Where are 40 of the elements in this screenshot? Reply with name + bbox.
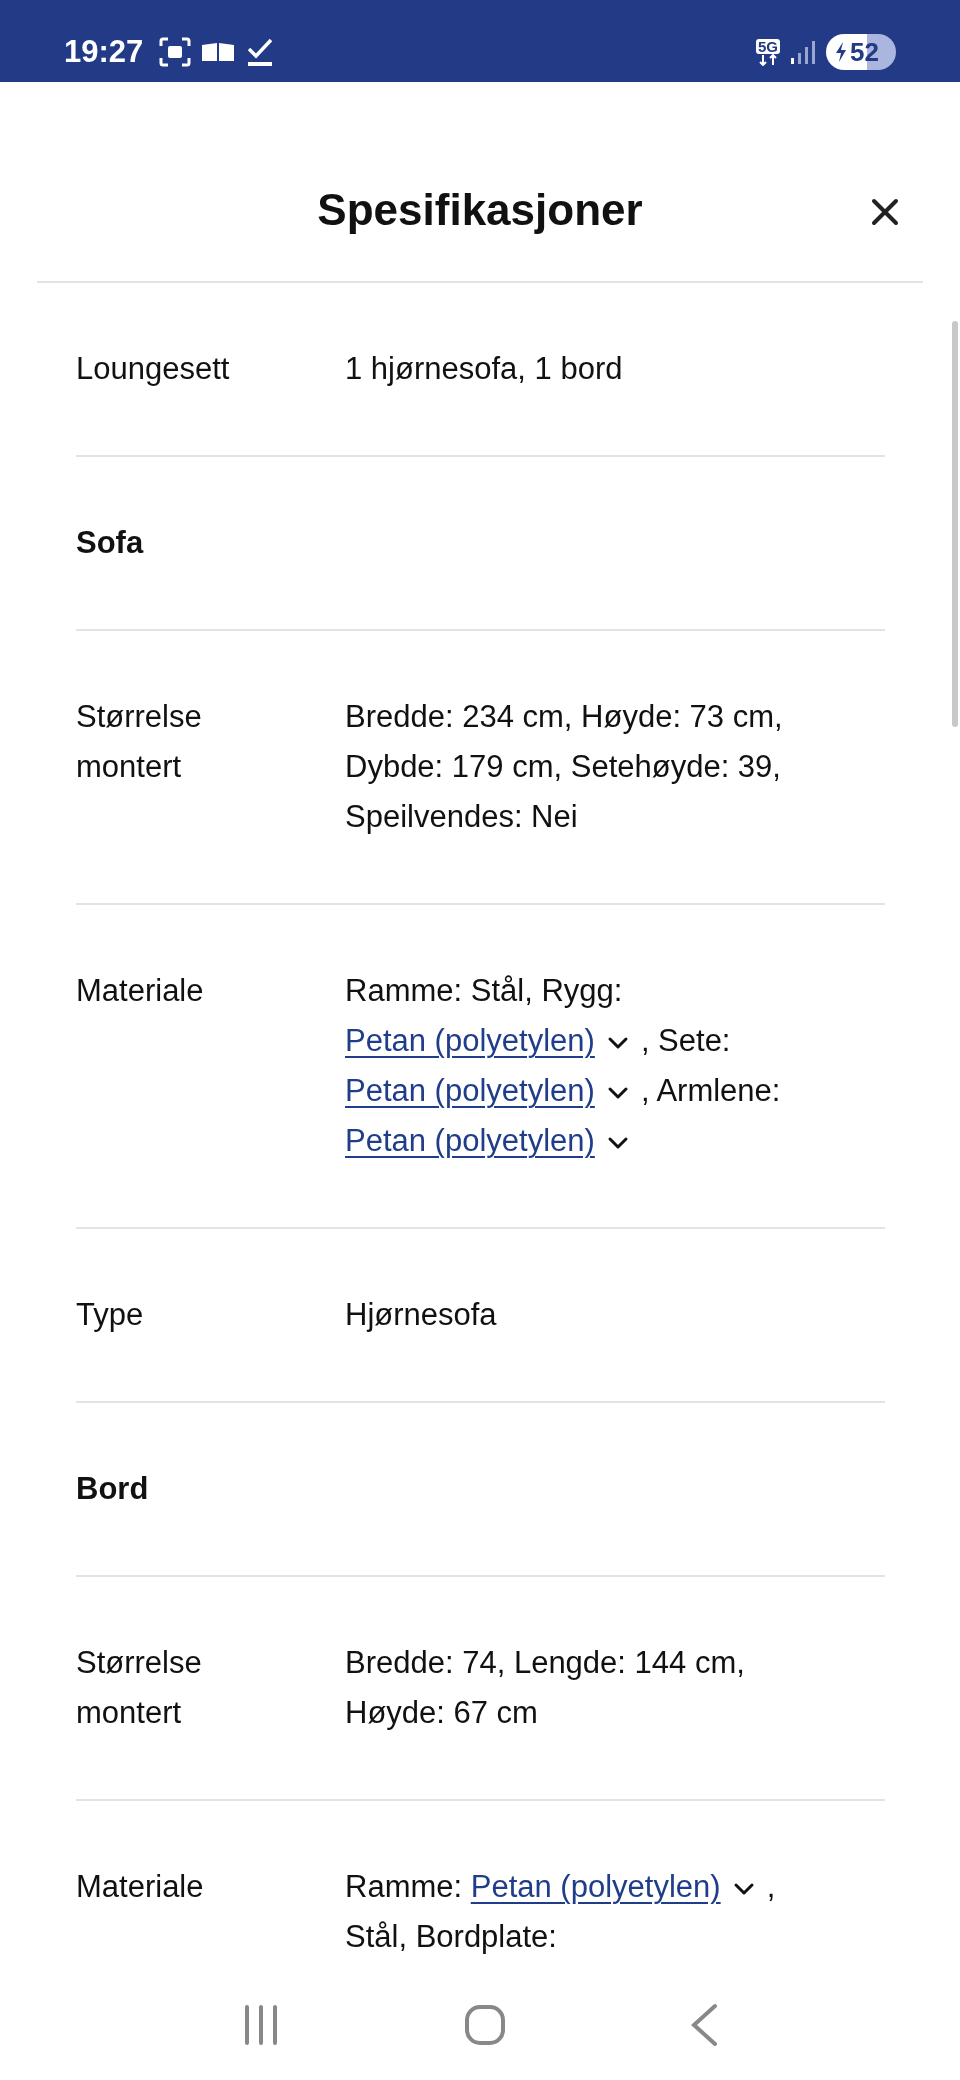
spec-label: Loungesett (76, 350, 230, 388)
spec-value: Bredde: 74, Lengde: 144 cm, (345, 1645, 745, 1680)
signal-icon (790, 39, 816, 65)
material-link[interactable]: Petan (polyetylen) (345, 1123, 595, 1158)
spec-value: Høyde: 67 cm (345, 1695, 538, 1730)
spec-value: Ramme: (345, 1869, 464, 1904)
spec-label: Materiale (76, 972, 204, 1010)
spec-value: , Sete: (640, 1023, 731, 1058)
spec-value: 1 hjørnesofa, 1 bord (345, 351, 623, 386)
spec-value: Hjørnesofa (345, 1297, 497, 1332)
chevron-down-icon[interactable] (606, 1135, 629, 1150)
network-indicator: 5G (756, 38, 780, 66)
chevron-down-icon[interactable] (606, 1085, 629, 1100)
home-icon[interactable] (464, 2004, 506, 2046)
material-link[interactable]: Petan (polyetylen) (345, 1023, 595, 1058)
material-link[interactable]: Petan (polyetylen) (470, 1869, 721, 1904)
screenshot-icon (159, 37, 192, 67)
book-icon (201, 42, 236, 62)
spec-value: , Armlene: (640, 1073, 781, 1108)
section-heading: Sofa (76, 524, 145, 562)
spec-label: montert (76, 748, 182, 786)
spec-label: montert (76, 1694, 182, 1732)
chevron-down-icon[interactable] (732, 1881, 755, 1896)
material-link[interactable]: Petan (polyetylen) (345, 1073, 595, 1108)
battery-indicator: 52 (826, 34, 896, 70)
spec-label: Størrelse (76, 698, 202, 736)
section-heading: Bord (76, 1470, 150, 1508)
spec-value: Speilvendes: Nei (345, 799, 578, 834)
spec-label: Materiale (76, 1868, 204, 1906)
checkmark-icon (247, 37, 274, 67)
clock: 19:27 (64, 32, 144, 71)
dialog-title: Spesifikasjoner (317, 185, 643, 235)
spec-value: Bredde: 234 cm, Høyde: 73 cm, (345, 699, 783, 734)
spec-value: Stål, Bordplate: (345, 1919, 557, 1954)
chevron-down-icon[interactable] (606, 1035, 629, 1050)
spec-value: , (766, 1869, 776, 1904)
spec-label: Størrelse (76, 1644, 202, 1682)
spec-value: Ramme: Stål, Rygg: (345, 973, 623, 1008)
spec-value: Dybde: 179 cm, Setehøyde: 39, (345, 749, 781, 784)
spec-label: Type (76, 1296, 144, 1334)
